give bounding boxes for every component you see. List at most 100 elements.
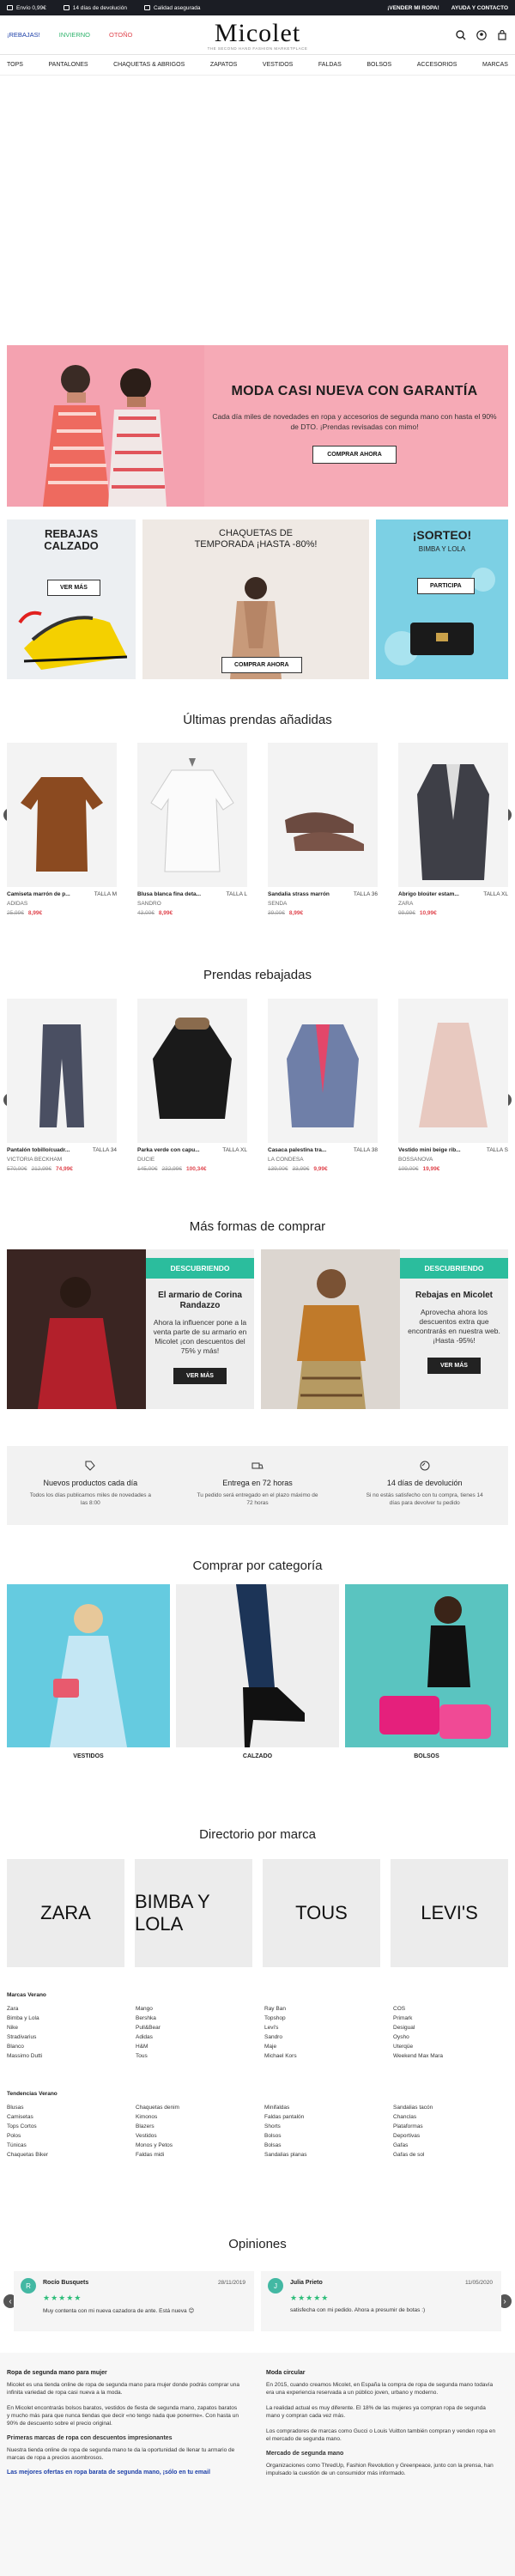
product-card[interactable]: Sandalia strass marrón TALLA 36 SENDA 39,00… — [268, 743, 378, 916]
list-link[interactable]: Topshop — [264, 2014, 385, 2023]
list-link[interactable]: Zara — [7, 2004, 127, 2014]
product-image — [7, 999, 117, 1143]
list-link[interactable]: Tops Cortos — [7, 2122, 127, 2131]
product-card[interactable]: Abrigo bloúter estam... TALLA XL ZARA 99,99… — [398, 743, 508, 916]
promo-giveaway-button[interactable]: PARTICIPA — [417, 578, 475, 594]
see-more-button[interactable]: VER MÁS — [173, 1368, 227, 1384]
season-winter-link[interactable]: INVIERNO — [59, 31, 90, 39]
list-link[interactable]: Bershka — [136, 2014, 256, 2023]
feature-item: 14 días de devolución Si no estás satisf… — [341, 1446, 508, 1525]
nav-item-zapatos[interactable]: ZAPATOS — [210, 62, 238, 68]
season-autumn-link[interactable]: OTOÑO — [109, 31, 132, 39]
list-link[interactable]: Blusas — [7, 2103, 127, 2112]
nav-item-vestidos[interactable]: VESTIDOS — [263, 62, 293, 68]
list-link[interactable]: Ray Ban — [264, 2004, 385, 2014]
brand-card[interactable]: BIMBA Y LOLA — [135, 1859, 252, 1967]
category-label[interactable]: VESTIDOS — [7, 1753, 170, 1759]
list-link[interactable]: Monos y Petos — [136, 2141, 256, 2150]
return-icon — [420, 1461, 430, 1471]
user-icon[interactable] — [476, 29, 488, 41]
list-link[interactable]: Blazers — [136, 2122, 256, 2131]
list-link[interactable]: Chaquetas Biker — [7, 2150, 127, 2160]
list-link[interactable]: Gafas de sol — [393, 2150, 513, 2160]
list-link[interactable]: Bimba y Lola — [7, 2014, 127, 2023]
see-more-button[interactable]: VER MÁS — [427, 1358, 481, 1374]
category-label[interactable]: CALZADO — [176, 1753, 339, 1759]
promo-shoes-button[interactable]: VER MÁS — [47, 580, 100, 596]
help-contact-link[interactable]: AYUDA Y CONTACTO — [451, 5, 508, 11]
season-sales-link[interactable]: ¡REBAJAS! — [7, 31, 40, 39]
category-label[interactable]: BOLSOS — [345, 1753, 508, 1759]
nav-item-faldas[interactable]: FALDAS — [318, 62, 342, 68]
nav-item-tops[interactable]: TOPS — [7, 62, 23, 68]
list-link[interactable]: Faldas midi — [136, 2150, 256, 2160]
category-card-shoes[interactable] — [176, 1584, 339, 1747]
product-card[interactable]: Pantalón tobillo/cuadr... TALLA 34 VICTORI… — [7, 999, 117, 1172]
list-link[interactable]: Chanclas — [393, 2112, 513, 2122]
list-link[interactable]: Camisetas — [7, 2112, 127, 2122]
list-link[interactable]: Michael Kors — [264, 2051, 385, 2061]
list-link[interactable]: Faldas pantalón — [264, 2112, 385, 2122]
product-card[interactable]: Casaca palestina tra... TALLA 38 LA CONDES… — [268, 999, 378, 1172]
list-link[interactable]: Oysho — [393, 2032, 513, 2042]
list-link[interactable]: Túnicas — [7, 2141, 127, 2150]
product-card[interactable]: Vestido mini beige rib... TALLA S BOSSANOV… — [398, 999, 508, 1172]
list-link[interactable]: Maje — [264, 2042, 385, 2051]
nav-item-pantalones[interactable]: PANTALONES — [49, 62, 88, 68]
list-link[interactable]: Bolsos — [264, 2131, 385, 2141]
list-link[interactable]: Weekend Max Mara — [393, 2051, 513, 2061]
list-link[interactable]: Primark — [393, 2014, 513, 2023]
list-link[interactable]: Pull&Bear — [136, 2023, 256, 2032]
list-link[interactable]: Minifaldas — [264, 2103, 385, 2112]
product-card[interactable]: Camiseta marrón de p... TALLA M ADIDAS 25,9… — [7, 743, 117, 916]
list-link[interactable]: H&M — [136, 2042, 256, 2051]
moreways-card-sales[interactable]: DESCUBRIENDO Rebajas en Micolet Aprovech… — [261, 1249, 508, 1409]
product-card[interactable]: Blusa blanca fina deta... TALLA L SANDRO 43… — [137, 743, 247, 916]
hero-banner[interactable]: MODA CASI NUEVA CON GARANTÍA Cada día mi… — [7, 345, 508, 507]
list-link[interactable]: Sandalias planas — [264, 2150, 385, 2160]
hero-buy-button[interactable]: COMPRAR AHORA — [312, 446, 397, 464]
list-link[interactable]: Kimonos — [136, 2112, 256, 2122]
list-link[interactable]: Sandro — [264, 2032, 385, 2042]
list-link[interactable]: Vestidos — [136, 2131, 256, 2141]
sale-products: ‹ › Pantalón tobillo/cuadr...TALLA 34VIC… — [0, 999, 515, 1196]
brand-card[interactable]: TOUS — [263, 1859, 380, 1967]
list-link[interactable]: COS — [393, 2004, 513, 2014]
promo-card-shoes[interactable]: REBAJAS CALZADO VER MÁS — [7, 519, 136, 679]
moreways-card-influencer[interactable]: DESCUBRIENDO El armario de Corina Randaz… — [7, 1249, 254, 1409]
category-card-dresses[interactable] — [7, 1584, 170, 1747]
logo[interactable]: Micolet THE SECOND HAND FASHION MARKETPL… — [208, 21, 308, 52]
product-card[interactable]: Parka verde con capu... TALLA XL DUCIE 145,… — [137, 999, 247, 1172]
nav-item-marcas[interactable]: MARCAS — [482, 62, 508, 68]
nav-item-accesorios[interactable]: ACCESORIOS — [417, 62, 457, 68]
list-link[interactable]: Chaquetas denim — [136, 2103, 256, 2112]
nav-item-chaquetas[interactable]: CHAQUETAS & ABRIGOS — [113, 62, 185, 68]
sell-clothes-link[interactable]: ¡VENDER MI ROPA! — [387, 5, 439, 11]
list-link[interactable]: Stradivarius — [7, 2032, 127, 2042]
list-link[interactable]: Deportivas — [393, 2131, 513, 2141]
list-link[interactable]: Tous — [136, 2051, 256, 2061]
list-link[interactable]: Sandalias tacón — [393, 2103, 513, 2112]
list-link[interactable]: Uterqüe — [393, 2042, 513, 2051]
brand-card[interactable]: ZARA — [7, 1859, 124, 1967]
nav-item-bolsos[interactable]: BOLSOS — [367, 62, 391, 68]
promo-card-giveaway[interactable]: ¡SORTEO! BIMBA Y LOLA PARTICIPA — [376, 519, 508, 679]
list-link[interactable]: Plataformas — [393, 2122, 513, 2131]
list-link[interactable]: Levi's — [264, 2023, 385, 2032]
search-icon[interactable] — [455, 29, 467, 41]
list-link[interactable]: Desigual — [393, 2023, 513, 2032]
list-link[interactable]: Massimo Dutti — [7, 2051, 127, 2061]
list-link[interactable]: Adidas — [136, 2032, 256, 2042]
category-card-bags[interactable] — [345, 1584, 508, 1747]
list-link[interactable]: Blanco — [7, 2042, 127, 2051]
promo-jackets-button[interactable]: COMPRAR AHORA — [221, 657, 302, 673]
list-link[interactable]: Shorts — [264, 2122, 385, 2131]
list-link[interactable]: Mango — [136, 2004, 256, 2014]
promo-card-jackets[interactable]: CHAQUETAS DE TEMPORADA ¡HASTA -80%! COMP… — [142, 519, 369, 679]
brand-card[interactable]: LEVI'S — [391, 1859, 508, 1967]
list-link[interactable]: Polos — [7, 2131, 127, 2141]
list-link[interactable]: Nike — [7, 2023, 127, 2032]
bag-icon[interactable] — [496, 29, 508, 41]
list-link[interactable]: Bolsas — [264, 2141, 385, 2150]
list-link[interactable]: Gafas — [393, 2141, 513, 2150]
